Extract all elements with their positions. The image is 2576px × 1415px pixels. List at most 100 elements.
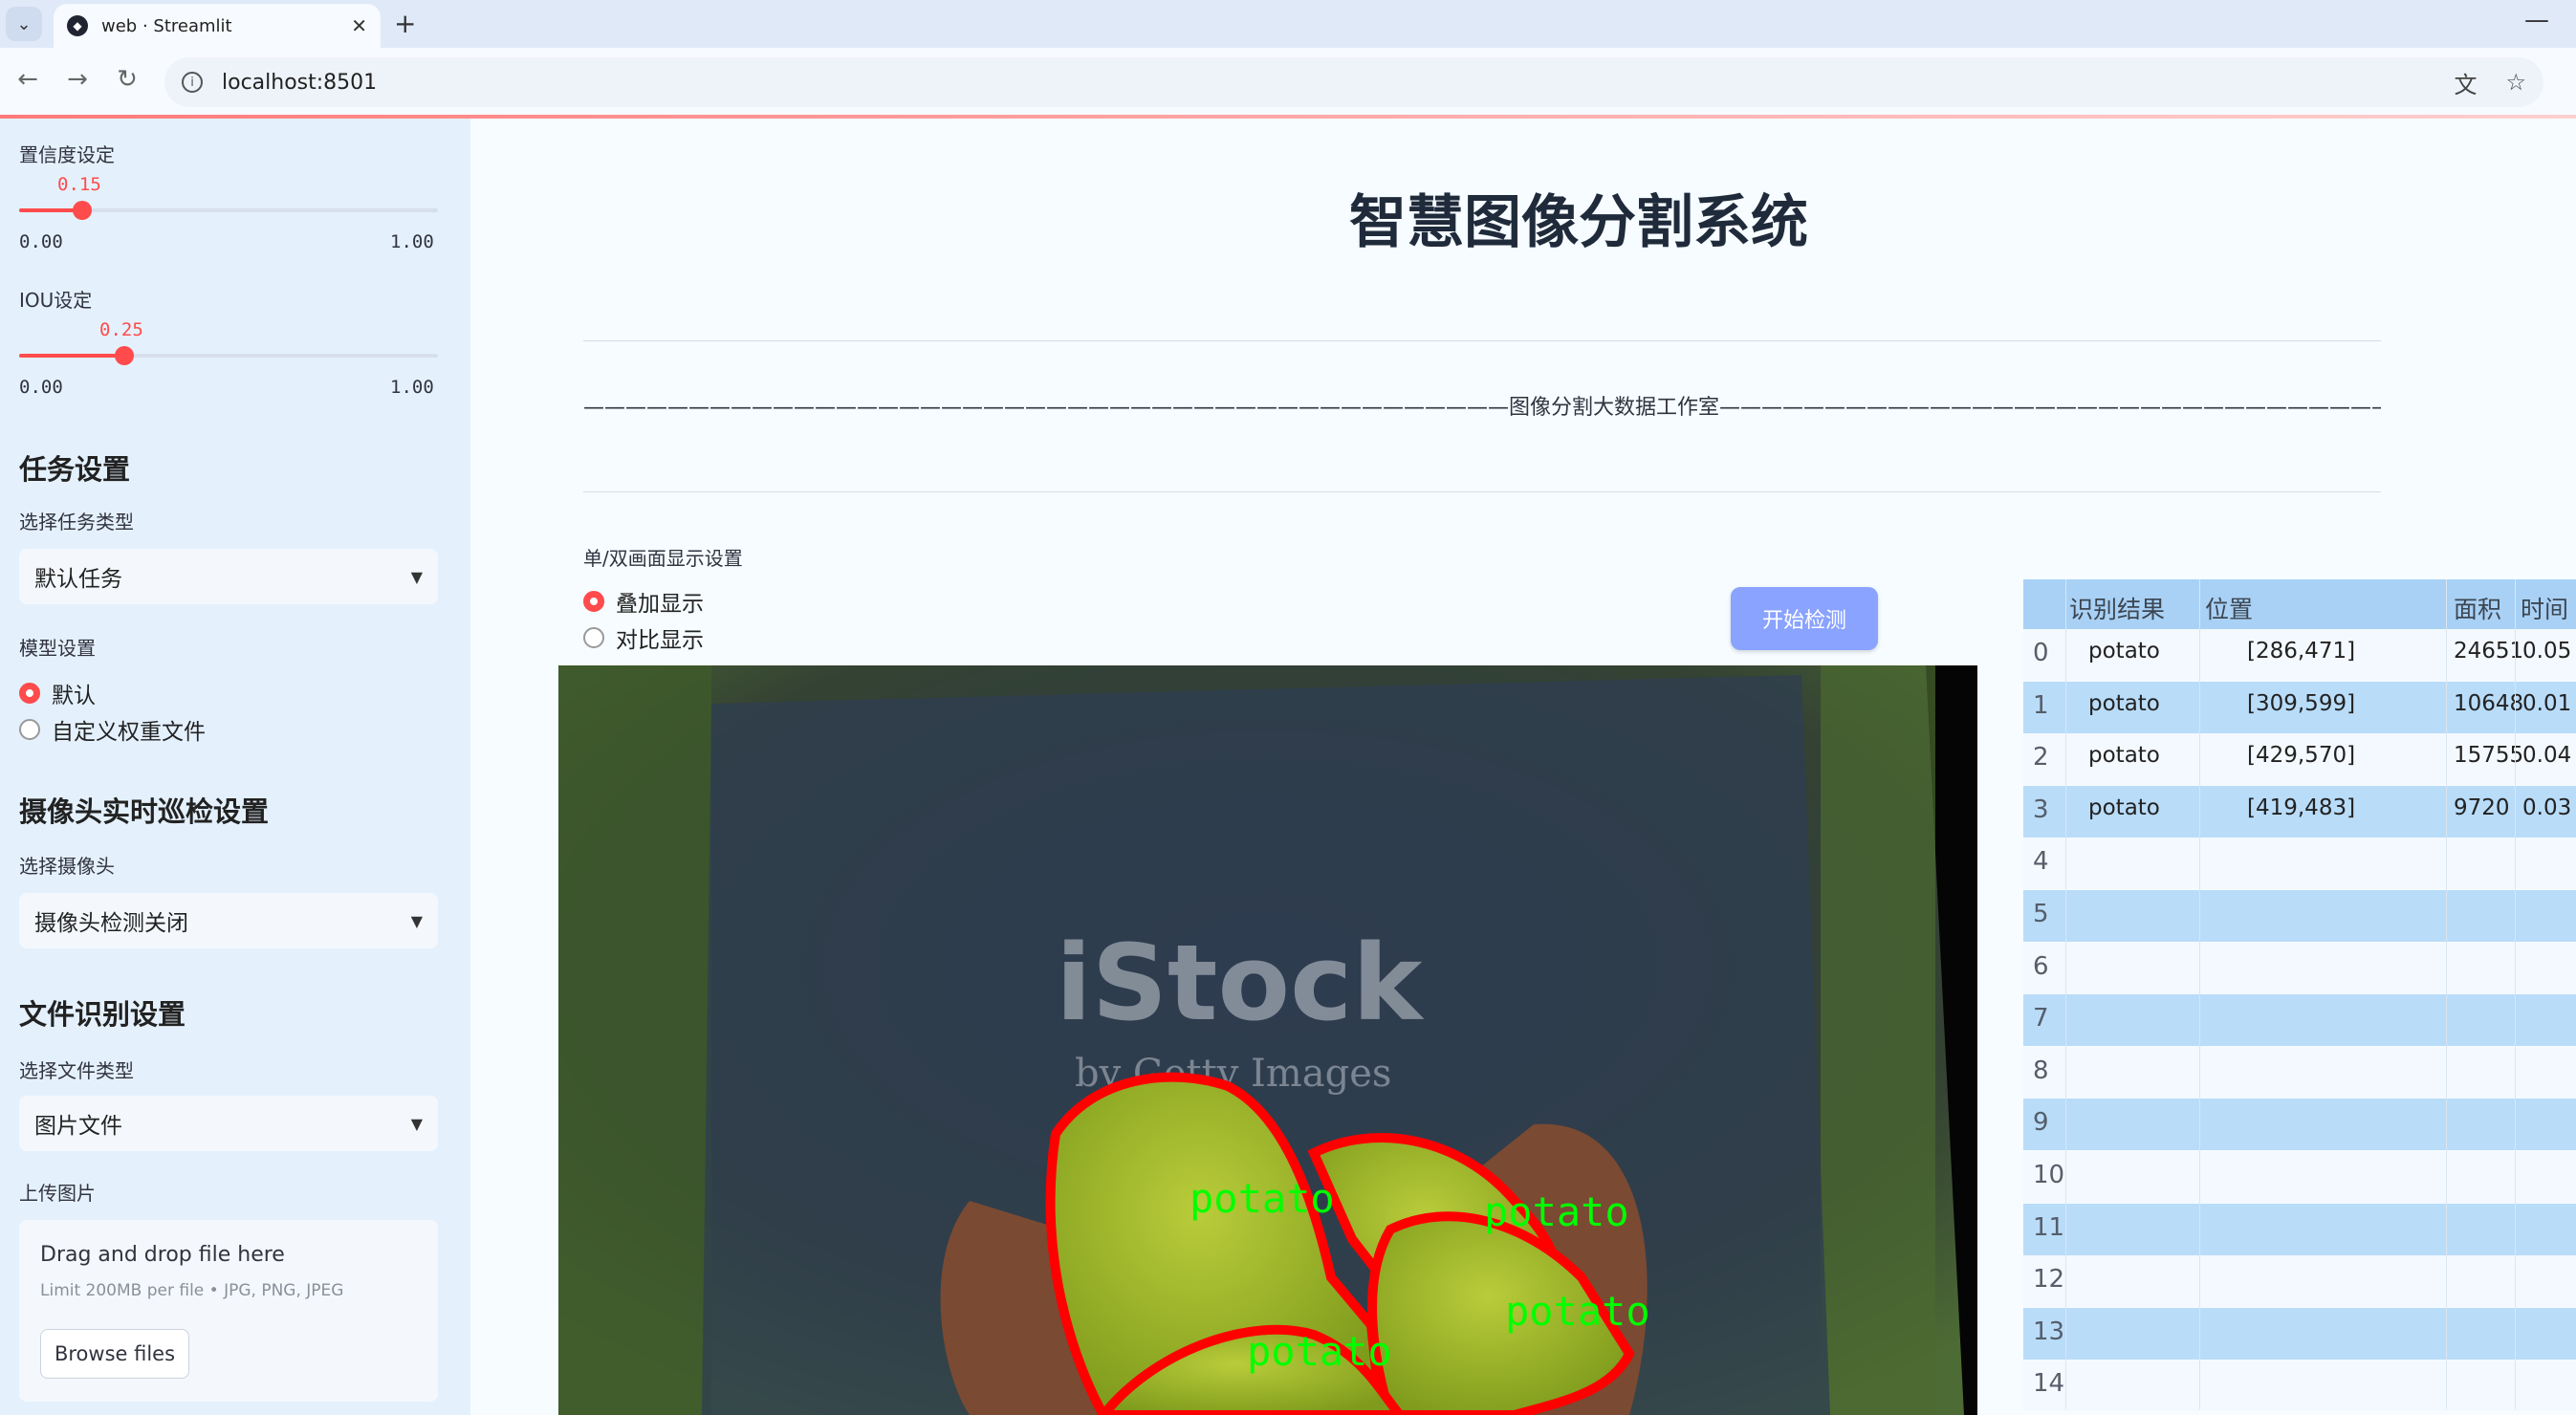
reload-icon[interactable]: ↻	[111, 65, 143, 94]
site-info-icon[interactable]: i	[182, 72, 203, 93]
row-index: 7	[2033, 1004, 2049, 1034]
iou-min: 0.00	[19, 377, 63, 398]
row-index: 8	[2033, 1056, 2049, 1085]
row-index: 13	[2033, 1317, 2065, 1346]
iou-slider-fill	[19, 354, 124, 358]
forward-icon[interactable]: →	[61, 65, 94, 94]
table-row[interactable]: 2 potato [429,570] 15755 0.04	[2023, 733, 2576, 786]
column-header[interactable]: 面积	[2454, 591, 2501, 625]
new-tab-icon[interactable]: +	[394, 8, 416, 40]
radio-unselected-icon	[19, 719, 40, 740]
table-row[interactable]: 11	[2023, 1203, 2576, 1255]
camera-heading: 摄像头实时巡检设置	[19, 795, 270, 828]
foliage-right	[1821, 665, 1935, 1415]
minimize-icon[interactable]: —	[2524, 6, 2549, 34]
table-row[interactable]: 4	[2023, 838, 2576, 890]
task-type-select[interactable]: 默认任务 ▼	[19, 549, 438, 604]
watermark: iStock	[1056, 922, 1425, 1044]
bookmark-star-icon[interactable]: ☆	[2505, 69, 2526, 96]
page-title: 智慧图像分割系统	[1349, 189, 1808, 256]
confidence-min: 0.00	[19, 231, 63, 252]
display-option-label: 叠加显示	[616, 592, 704, 617]
row-index: 10	[2033, 1161, 2065, 1189]
confidence-max: 1.00	[390, 231, 434, 252]
column-header[interactable]: 位置	[2205, 591, 2253, 625]
iou-slider[interactable]	[19, 346, 438, 365]
row-index: 2	[2033, 743, 2049, 773]
table-row[interactable]: 14	[2023, 1360, 2576, 1412]
tab-close-icon[interactable]: ✕	[351, 14, 367, 37]
table-row[interactable]: 6	[2023, 942, 2576, 994]
radio-selected-icon	[583, 591, 604, 612]
file-heading: 文件识别设置	[19, 998, 186, 1031]
camera-select[interactable]: 摄像头检测关闭 ▼	[19, 893, 438, 948]
browse-files-button[interactable]: Browse files	[40, 1329, 189, 1379]
row-index: 4	[2033, 847, 2049, 877]
back-icon[interactable]: ←	[11, 65, 44, 94]
table-row[interactable]: 10	[2023, 1151, 2576, 1203]
table-row[interactable]: 1 potato [309,599] 10648 0.01	[2023, 681, 2576, 733]
table-row[interactable]: 12	[2023, 1255, 2576, 1308]
result-image: iStock by Getty Images potato potato pot…	[558, 665, 1977, 1415]
sidebar: 置信度设定 0.15 0.00 1.00 IOU设定 0.25 0.00 1.0…	[0, 119, 470, 1415]
cell-time: 0.01	[2522, 690, 2572, 716]
file-type-select[interactable]: 图片文件 ▼	[19, 1096, 438, 1151]
upload-limit: Limit 200MB per file • JPG, PNG, JPEG	[40, 1281, 344, 1300]
cell-position: [309,599]	[2247, 690, 2356, 716]
task-type-value: 默认任务	[34, 567, 122, 592]
model-radio-default[interactable]: 默认	[19, 677, 96, 709]
table-row[interactable]: 5	[2023, 890, 2576, 942]
table-row[interactable]: 0 potato [286,471] 24651 0.05	[2023, 629, 2576, 681]
url-input[interactable]: i localhost:8501 ⽂ ☆	[164, 57, 2543, 107]
row-index: 0	[2033, 639, 2049, 667]
iou-label: IOU设定	[19, 289, 93, 312]
camera-value: 摄像头检测关闭	[34, 911, 188, 936]
camera-label: 选择摄像头	[19, 855, 115, 878]
table-row[interactable]: 8	[2023, 1046, 2576, 1099]
confidence-value: 0.15	[57, 174, 101, 195]
file-type-label: 选择文件类型	[19, 1059, 134, 1082]
file-uploader[interactable]: Drag and drop file here Limit 200MB per …	[19, 1220, 438, 1402]
display-radio-overlay[interactable]: 叠加显示	[583, 585, 704, 618]
row-index: 3	[2033, 795, 2049, 824]
tab-search-chevron-icon[interactable]: ⌄	[6, 7, 42, 41]
cell-area: 24651	[2454, 639, 2524, 664]
model-label: 模型设置	[19, 637, 96, 660]
table-row[interactable]: 7	[2023, 994, 2576, 1047]
foliage-left	[558, 665, 711, 1415]
table-row[interactable]: 9	[2023, 1099, 2576, 1151]
tab-title: web · Streamlit	[101, 15, 232, 36]
iou-slider-thumb[interactable]	[114, 346, 134, 365]
address-bar: ← → ↻ i localhost:8501 ⽂ ☆	[0, 48, 2576, 115]
column-divider	[2446, 579, 2447, 1409]
start-detection-button[interactable]: 开始检测	[1731, 587, 1878, 650]
task-heading: 任务设置	[19, 453, 131, 486]
divider	[583, 340, 2381, 341]
column-divider	[2515, 579, 2516, 1409]
cell-area: 9720	[2454, 795, 2510, 820]
browser-tab-bar: ⌄ ◆ web · Streamlit ✕ + —	[0, 0, 2576, 48]
browser-tab[interactable]: ◆ web · Streamlit ✕	[54, 4, 381, 48]
row-index: 1	[2033, 690, 2049, 720]
cell-result: potato	[2088, 795, 2160, 820]
mask-label: potato	[1190, 1175, 1335, 1222]
table-row[interactable]: 3 potato [419,483] 9720 0.03	[2023, 785, 2576, 838]
table-row[interactable]: 13	[2023, 1307, 2576, 1360]
display-radio-compare[interactable]: 对比显示	[583, 621, 704, 654]
mask-label: potato	[1505, 1288, 1650, 1335]
column-header[interactable]: 时间	[2521, 591, 2568, 625]
model-radio-custom[interactable]: 自定义权重文件	[19, 713, 206, 746]
translate-icon[interactable]: ⽂	[2454, 66, 2477, 99]
confidence-slider-thumb[interactable]	[72, 201, 92, 220]
table-header: 识别结果 位置 面积 时间	[2023, 579, 2576, 629]
cell-time: 0.05	[2522, 639, 2572, 664]
column-header[interactable]: 识别结果	[2069, 591, 2165, 625]
cell-position: [429,570]	[2247, 743, 2356, 769]
model-option-label: 自定义权重文件	[52, 720, 206, 745]
confidence-slider[interactable]	[19, 201, 438, 220]
upload-label: 上传图片	[19, 1182, 96, 1205]
row-index: 6	[2033, 951, 2049, 981]
mask-label: potato	[1484, 1188, 1629, 1235]
url-text: localhost:8501	[222, 70, 378, 95]
cell-result: potato	[2088, 639, 2160, 664]
